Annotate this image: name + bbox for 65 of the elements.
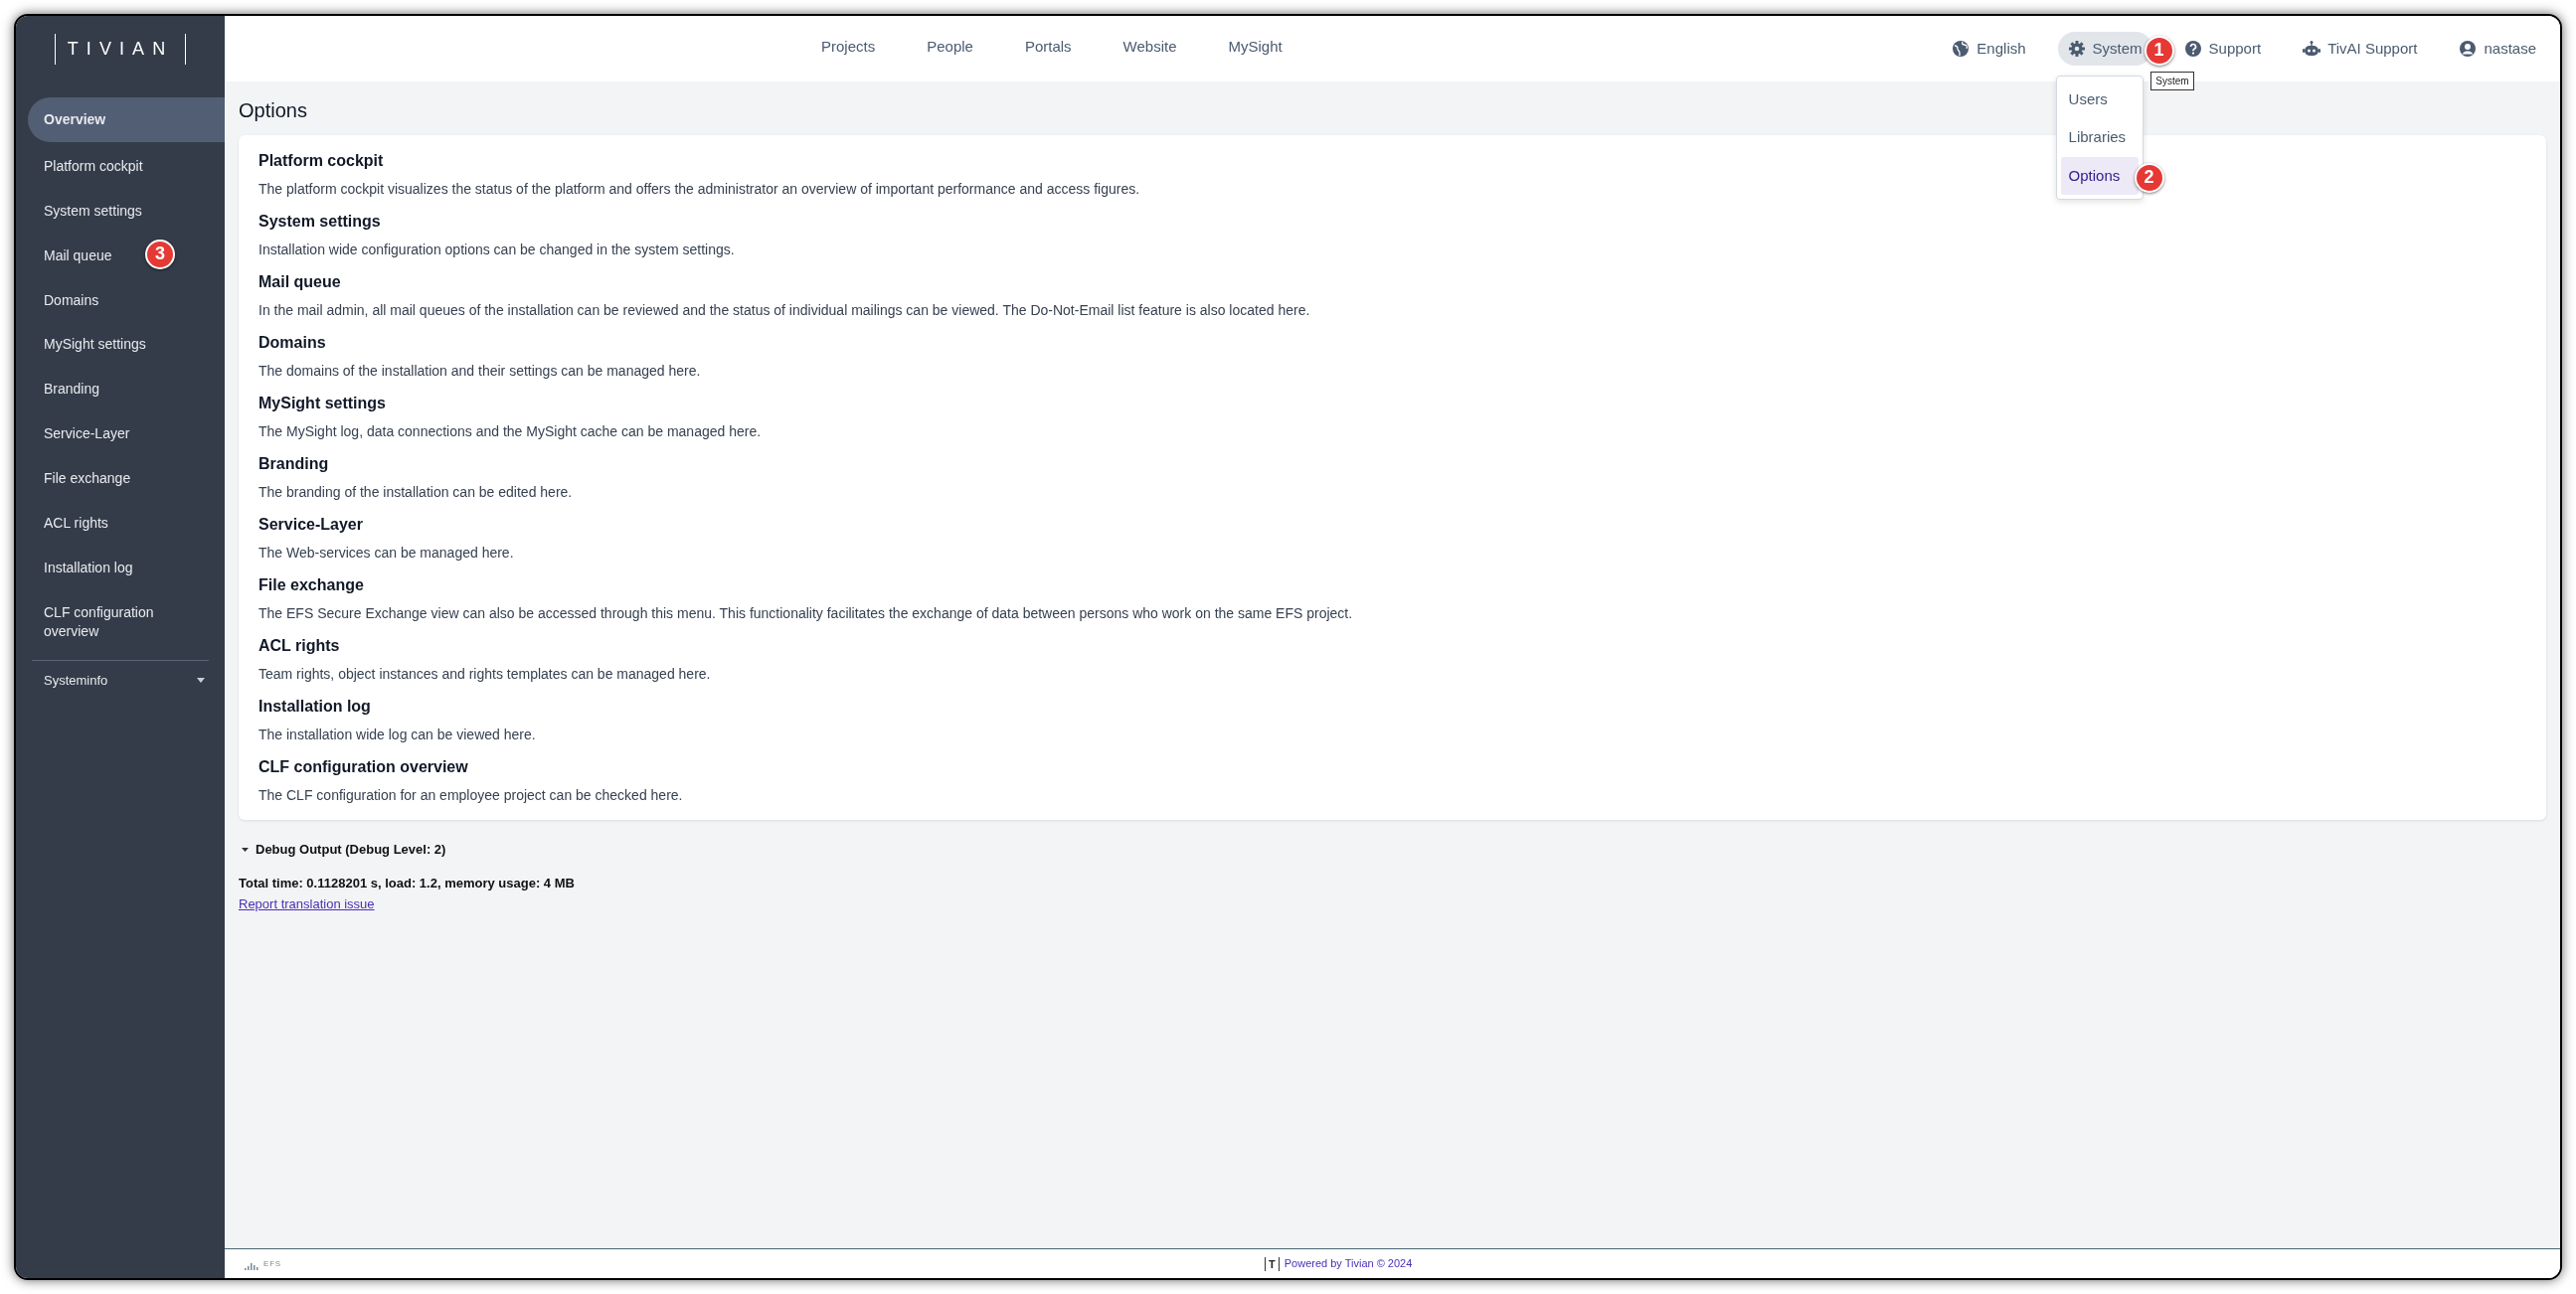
efs-logo: EFS bbox=[245, 1257, 281, 1270]
sidebar-item[interactable]: Domains bbox=[28, 277, 109, 323]
step-badge: 1 bbox=[2144, 35, 2174, 66]
option-description: The MySight log, data connections and the MySight cache can be managed here. bbox=[258, 422, 762, 441]
user-button[interactable]: nastase bbox=[2449, 31, 2546, 67]
option-title[interactable]: Installation log bbox=[258, 695, 371, 719]
nav-link[interactable]: People bbox=[927, 36, 973, 59]
option-title[interactable]: Service-Layer bbox=[258, 513, 363, 537]
help-icon bbox=[2183, 40, 2202, 58]
page-title: Options bbox=[239, 98, 307, 123]
option-description: Installation wide configuration options can be changed in the system settings. bbox=[258, 241, 735, 259]
globe-icon bbox=[1952, 40, 1971, 58]
caret-icon[interactable] bbox=[241, 846, 250, 853]
tivian-logo[interactable]: TIVIAN bbox=[54, 33, 187, 65]
sidebar-item[interactable]: Branding bbox=[28, 367, 110, 412]
tooltip: System bbox=[2150, 71, 2194, 90]
option-title[interactable]: System settings bbox=[258, 210, 381, 234]
option-title[interactable]: ACL rights bbox=[258, 634, 340, 658]
nav-link[interactable]: Website bbox=[1122, 36, 1177, 59]
bars-icon bbox=[245, 1261, 260, 1270]
option-description: The Web-services can be managed here. bbox=[258, 544, 514, 563]
sidebar-item[interactable]: System settings bbox=[28, 188, 152, 234]
robot-icon bbox=[2303, 40, 2321, 58]
option-description: The branding of the installation can be edited here. bbox=[258, 483, 573, 502]
sidebar-item[interactable]: Service-Layer bbox=[28, 411, 140, 457]
nav-link[interactable]: Portals bbox=[1024, 36, 1072, 59]
settings-icon bbox=[2067, 40, 2086, 58]
option-description: The domains of the installation and their settings can be managed here. bbox=[258, 362, 701, 381]
option-description: The EFS Secure Exchange view can also be accessed through this menu. This functionality facilitates the exchange of data between persons who work on the same EFS project. bbox=[258, 604, 1353, 623]
option-title[interactable]: File exchange bbox=[258, 573, 364, 597]
help-button[interactable]: Support bbox=[2173, 31, 2272, 67]
sidebar-item[interactable]: Mail queue bbox=[28, 233, 122, 278]
sidebar-item[interactable]: Overview bbox=[28, 97, 225, 142]
option-title[interactable]: Platform cockpit bbox=[258, 149, 384, 173]
sidebar-item[interactable]: Platform cockpit bbox=[28, 143, 153, 189]
menu-item[interactable]: Options bbox=[2060, 156, 2139, 196]
option-description: Team rights, object instances and rights templates can be managed here. bbox=[258, 665, 711, 684]
step-badge: 3 bbox=[145, 239, 175, 269]
sidebar-item[interactable]: File exchange bbox=[28, 456, 141, 501]
sidebar-item[interactable]: CLF configuration overview bbox=[28, 589, 212, 654]
option-description: The platform cockpit visualizes the status of the platform and offers the administrator an overview of important performance and access figures. bbox=[258, 180, 1140, 199]
option-title[interactable]: Mail queue bbox=[258, 270, 341, 294]
menu-item[interactable]: Libraries bbox=[2060, 118, 2139, 157]
option-description: The CLF configuration for an employee project can be checked here. bbox=[258, 786, 683, 805]
sidebar-item[interactable]: MySight settings bbox=[28, 322, 156, 368]
option-description: In the mail admin, all mail queues of the installation can be reviewed and the status of individual mailings can be viewed. The Do-Not-Email list feature is also located here. bbox=[258, 301, 1310, 320]
menu-item[interactable]: Users bbox=[2060, 80, 2139, 119]
report-translation-link[interactable]: Report translation issue bbox=[239, 894, 375, 914]
nav-link[interactable]: Projects bbox=[821, 36, 876, 59]
tivian-mark: T bbox=[1265, 1256, 1280, 1271]
option-title[interactable]: Domains bbox=[258, 331, 326, 355]
systeminfo-section[interactable]: Systeminfo bbox=[28, 660, 225, 701]
language-button[interactable]: English bbox=[1942, 31, 2036, 67]
debug-output-toggle[interactable]: Debug Output (Debug Level: 2) bbox=[256, 840, 446, 860]
debug-summary: Total time: 0.1128201 s, load: 1.2, memory usage: 4 MB bbox=[239, 874, 576, 892]
option-title[interactable]: Branding bbox=[258, 452, 329, 476]
nav-link[interactable]: MySight bbox=[1228, 36, 1283, 59]
option-title[interactable]: MySight settings bbox=[258, 392, 386, 415]
sidebar-item[interactable]: ACL rights bbox=[28, 501, 118, 546]
option-title[interactable]: CLF configuration overview bbox=[258, 755, 468, 779]
option-description: The installation wide log can be viewed here. bbox=[258, 726, 536, 744]
bot-button[interactable]: TivAI Support bbox=[2293, 31, 2428, 67]
user-icon bbox=[2459, 40, 2478, 58]
sidebar-item[interactable]: Installation log bbox=[28, 545, 143, 590]
powered-by-text: Powered by Tivian © 2024 bbox=[1284, 1256, 1413, 1272]
